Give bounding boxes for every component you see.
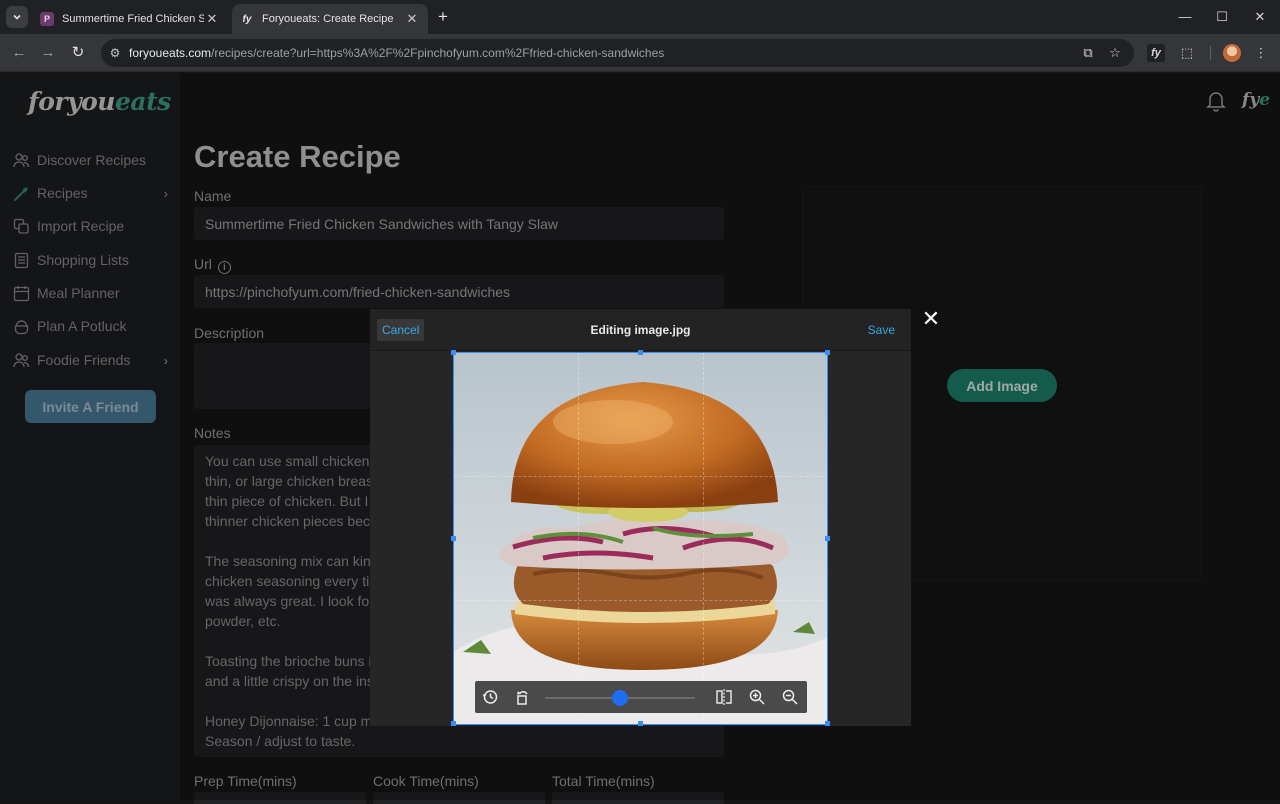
profile-avatar[interactable] xyxy=(1223,44,1241,62)
zoom-in-icon[interactable] xyxy=(748,688,766,706)
crop-handle[interactable] xyxy=(638,721,643,726)
crop-handle[interactable] xyxy=(638,350,643,355)
browser-tab[interactable]: P Summertime Fried Chicken San ✕ xyxy=(32,4,228,34)
rotate-icon[interactable] xyxy=(514,688,532,706)
reload-icon[interactable]: ↻ xyxy=(68,43,88,63)
pinchofyum-favicon-icon: P xyxy=(40,12,54,26)
crop-handle[interactable] xyxy=(825,721,830,726)
save-button[interactable]: Save xyxy=(868,323,895,337)
close-window-icon[interactable]: ✕ xyxy=(1251,8,1269,26)
install-app-icon[interactable]: ⧉ xyxy=(1079,44,1097,62)
site-info-icon[interactable]: ⚙ xyxy=(101,46,129,60)
browser-tab-active[interactable]: fy Foryoueats: Create Recipe ✕ xyxy=(232,4,428,34)
bookmark-star-icon[interactable]: ☆ xyxy=(1106,44,1124,62)
new-tab-icon[interactable]: + xyxy=(434,8,452,26)
crop-frame[interactable] xyxy=(453,352,828,725)
image-editor-title: Editing image.jpg xyxy=(590,323,691,337)
image-editor-header: Cancel Editing image.jpg Save xyxy=(370,309,911,351)
tab-search-button[interactable] xyxy=(6,6,28,28)
address-bar[interactable]: ⚙ foryoueats.com/recipes/create?url=http… xyxy=(101,39,1134,67)
close-icon[interactable]: ✕ xyxy=(921,308,941,330)
chevron-down-icon xyxy=(13,14,21,20)
forward-arrow-icon[interactable]: → xyxy=(38,43,58,63)
crop-handle[interactable] xyxy=(825,536,830,541)
extensions-puzzle-icon[interactable]: ⬚ xyxy=(1178,44,1196,62)
browser-tab-bar: P Summertime Fried Chicken San ✕ fy Fory… xyxy=(0,0,1280,34)
minimize-icon[interactable]: — xyxy=(1176,8,1194,26)
maximize-icon[interactable]: ☐ xyxy=(1213,8,1231,26)
zoom-out-icon[interactable] xyxy=(781,688,799,706)
crop-handle[interactable] xyxy=(825,350,830,355)
url-text: foryoueats.com/recipes/create?url=https%… xyxy=(129,46,665,60)
crop-handle[interactable] xyxy=(451,350,456,355)
crop-handle[interactable] xyxy=(451,721,456,726)
browser-toolbar: ← → ↻ ⚙ foryoueats.com/recipes/create?ur… xyxy=(0,34,1280,72)
foryoueats-favicon-icon: fy xyxy=(240,12,254,26)
reset-history-icon[interactable] xyxy=(481,688,499,706)
foryoueats-extension-icon[interactable]: fy xyxy=(1147,44,1165,62)
close-tab-icon[interactable]: ✕ xyxy=(404,11,420,27)
toolbar-separator xyxy=(1210,46,1211,60)
more-menu-icon[interactable]: ⋮ xyxy=(1252,44,1270,62)
close-tab-icon[interactable]: ✕ xyxy=(204,11,220,27)
zoom-slider-thumb[interactable] xyxy=(612,690,628,706)
tab-title: Foryoueats: Create Recipe xyxy=(262,13,394,25)
crop-handle[interactable] xyxy=(451,536,456,541)
flip-horizontal-icon[interactable] xyxy=(715,688,733,706)
back-arrow-icon[interactable]: ← xyxy=(9,43,29,63)
tab-title: Summertime Fried Chicken San xyxy=(62,13,204,25)
